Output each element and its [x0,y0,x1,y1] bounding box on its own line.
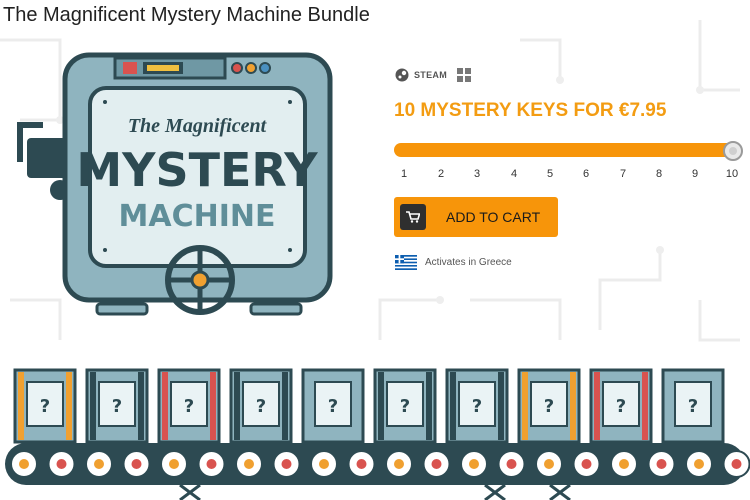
steam-icon [395,68,409,82]
slider-tick[interactable]: 3 [474,168,480,180]
conveyor-wheel-hub [394,459,404,469]
slider-track[interactable] [394,143,740,157]
mystery-box: ? [445,368,509,444]
slider-tick[interactable]: 8 [656,168,662,180]
mystery-box: ? [85,368,149,444]
slider-tick[interactable]: 5 [547,168,553,180]
conveyor-wheel-hub [169,459,179,469]
region-text: Activates in Greece [425,257,512,268]
slider-tick[interactable]: 10 [726,168,738,180]
slider-tick[interactable]: 4 [511,168,517,180]
mystery-box: ? [229,368,293,444]
conveyor-wheel-hub [431,459,442,469]
mystery-box-question-mark: ? [328,396,338,417]
mystery-box: ? [157,368,221,444]
platform-list: STEAM [395,68,471,82]
mystery-box-question-mark: ? [616,396,626,417]
cart-icon [400,204,426,230]
conveyor-wheel-hub [581,459,592,469]
keys-quantity-slider[interactable] [394,141,744,161]
conveyor-wheel-hub [131,459,142,469]
activation-region: Activates in Greece [395,255,512,270]
conveyor-wheel-hub [506,459,517,469]
conveyor-wheel-hub [356,459,367,469]
conveyor-wheel-hub [619,459,629,469]
platform-windows [457,68,471,82]
logo-line-2: MYSTERY [76,143,318,197]
conveyor-wheel-hub [206,459,217,469]
mystery-box-conveyor: ?????????? [5,368,750,500]
offer-headline: 10 MYSTERY KEYS FOR €7.95 [394,100,667,121]
mystery-box: ? [589,368,653,444]
mystery-box-question-mark: ? [472,396,482,417]
logo-line-3: MACHINE [119,199,276,234]
page-title: The Magnificent Mystery Machine Bundle [3,4,370,26]
mystery-box-question-mark: ? [256,396,266,417]
mystery-box-question-mark: ? [112,396,122,417]
conveyor-wheel-hub [281,459,292,469]
mystery-box-question-mark: ? [400,396,410,417]
mystery-box: ? [661,368,725,444]
mystery-machine-illustration: The Magnificent MYSTERY MACHINE [17,52,333,316]
mystery-box-question-mark: ? [184,396,194,417]
platform-steam: STEAM [395,68,447,82]
crank-handle-icon [17,122,70,200]
slider-ticks: 1 2 3 4 5 6 7 8 9 10 [394,168,744,182]
slider-tick[interactable]: 2 [438,168,444,180]
conveyor-wheel-hub [544,459,554,469]
conveyor-wheel-hub [469,459,479,469]
slider-tick[interactable]: 9 [692,168,698,180]
slider-tick[interactable]: 6 [583,168,589,180]
mystery-box: ? [301,368,365,444]
add-to-cart-label: ADD TO CART [446,209,541,225]
mystery-box: ? [517,368,581,444]
conveyor-wheel-hub [656,459,667,469]
valve-wheel-icon [165,245,235,315]
mystery-box: ? [373,368,437,444]
conveyor-wheel-hub [56,459,67,469]
conveyor-wheel-hub [19,459,29,469]
logo-line-1: The Magnificent [128,115,268,137]
greece-flag-icon [395,255,417,270]
mystery-box-question-mark: ? [544,396,554,417]
add-to-cart-button[interactable]: ADD TO CART [394,197,558,237]
conveyor-wheel-hub [94,459,104,469]
mystery-box-question-mark: ? [688,396,698,417]
conveyor-wheel-hub [694,459,704,469]
mystery-box-question-mark: ? [40,396,50,417]
slider-handle[interactable] [723,141,743,161]
conveyor-wheel-hub [244,459,254,469]
conveyor-wheel-hub [731,459,742,469]
slider-tick[interactable]: 7 [620,168,626,180]
slider-tick[interactable]: 1 [401,168,407,180]
windows-icon [457,68,471,82]
conveyor-wheel-hub [319,459,329,469]
mystery-box: ? [13,368,77,444]
platform-label: STEAM [414,70,447,80]
